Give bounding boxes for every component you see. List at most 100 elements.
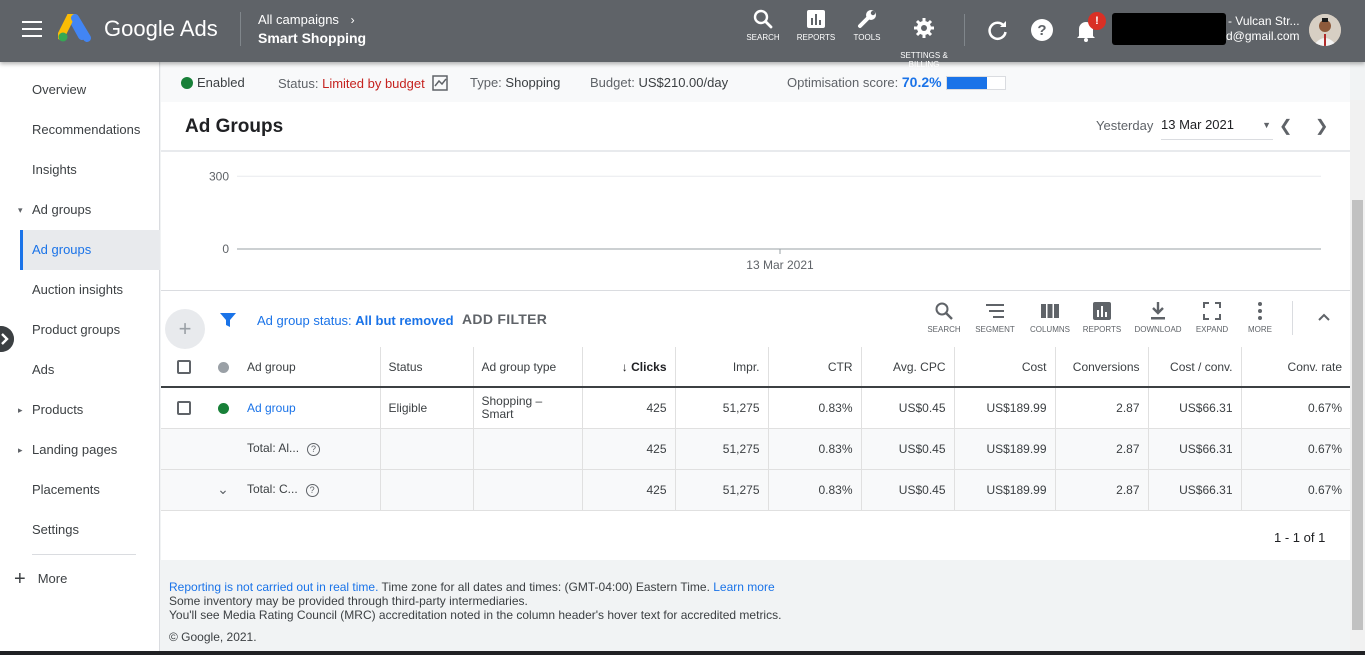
clicks-cell: 425 [581,387,675,429]
filter-icon[interactable] [219,311,237,329]
ctr-cell: 0.83% [767,387,861,429]
column-header-status[interactable]: Status [379,347,473,388]
expand-button[interactable]: EXPAND [1187,301,1237,334]
empty-cell [161,469,207,511]
column-header-ad-group[interactable]: Ad group [239,347,380,388]
previous-period-icon[interactable]: ❮ [1279,116,1292,136]
learn-more-link[interactable]: Learn more [713,580,774,594]
segment-button[interactable]: SEGMENT [970,301,1020,334]
empty-cell [161,428,207,470]
trend-chart-icon[interactable] [432,75,449,91]
divider [1292,301,1293,335]
add-filter-button[interactable]: ADD FILTER [462,311,547,327]
reporting-info-link[interactable]: Reporting is not carried out in real tim… [169,580,378,594]
pagination-info: 1 - 1 of 1 [1274,530,1326,545]
enabled-status[interactable]: Enabled [181,75,245,90]
status-dot-header [207,347,239,388]
column-header-conv-rate[interactable]: Conv. rate [1240,347,1350,388]
divider [964,14,965,46]
column-header-avg-cpc[interactable]: Avg. CPC [860,347,954,388]
help-icon[interactable]: ? [307,442,321,456]
column-header-ctr[interactable]: CTR [767,347,861,388]
expand-total-cell[interactable]: ⌄ [207,469,239,511]
copyright: © Google, 2021. [169,630,257,644]
settings-billing-button[interactable]: SETTINGS & BILLING [894,8,954,69]
enabled-status-dot[interactable] [217,403,229,415]
account-email: d@gmail.com [1226,29,1300,43]
chevron-down-icon[interactable]: ⌄ [217,481,229,497]
row-checkbox[interactable] [177,401,191,416]
refresh-icon[interactable] [986,18,1010,42]
caret-right-icon: ▸ [18,405,23,415]
collapse-up-icon[interactable] [1316,309,1332,325]
select-all-checkbox-cell[interactable] [161,347,207,388]
download-button[interactable]: DOWNLOAD [1133,301,1183,334]
account-info[interactable]: - Vulcan Str... d@gmail.com [1226,14,1300,44]
campaign-status: Status: Limited by budget [278,75,449,91]
column-header-conversions[interactable]: Conversions [1054,347,1148,388]
empty-cell [472,469,582,511]
column-header-impressions[interactable]: Impr. [674,347,768,388]
sidebar-item-product-groups[interactable]: Product groups [0,310,160,350]
scrollbar-thumb[interactable] [1352,200,1363,630]
campaign-budget[interactable]: Budget: US$210.00/day [590,75,728,90]
sidebar-item-overview[interactable]: Overview [0,70,160,110]
column-header-clicks[interactable]: ↓ Clicks [581,347,675,388]
scrollbar[interactable] [1350,100,1365,655]
breadcrumb-all-campaigns[interactable]: All campaigns [258,12,339,27]
score-bar [945,76,1006,90]
cost-cell: US$189.99 [953,387,1055,429]
columns-button[interactable]: COLUMNS [1025,301,1075,334]
help-icon[interactable]: ? [305,483,319,497]
ad-groups-card: Ad Groups Yesterday 13 Mar 2021 ▼ ❮ ❯ 0 3… [161,102,1350,560]
sidebar-item-landing-pages[interactable]: ▸ Landing pages [0,430,160,470]
breadcrumb[interactable]: All campaigns › Smart Shopping [258,12,366,46]
avatar-image [1309,14,1341,46]
row-checkbox-cell[interactable] [161,387,207,429]
status-dot [181,77,193,89]
status-value[interactable]: Limited by budget [322,76,425,91]
menu-icon[interactable] [22,21,42,39]
reports-icon [807,10,825,28]
conv-rate-cell: 0.67% [1240,387,1350,429]
sidebar-item-products[interactable]: ▸ Products [0,390,160,430]
sidebar-item-ad-groups[interactable]: Ad groups [20,230,160,270]
sidebar-item-ads[interactable]: Ads [0,350,160,390]
sidebar-more-button[interactable]: + More [14,568,67,591]
date-range-picker[interactable]: 13 Mar 2021 ▼ [1161,114,1273,140]
empty-cell [207,428,239,470]
table-search-button[interactable]: SEARCH [919,301,969,334]
more-options-button[interactable]: MORE [1235,301,1285,334]
optimisation-score[interactable]: Optimisation score: 70.2% [787,74,1006,90]
column-header-cost[interactable]: Cost [953,347,1055,388]
status-filter-chip[interactable]: Ad group status: All but removed [257,313,454,328]
brand-name: Google Ads [104,16,218,41]
total-row: ⌄ Total: C...? 425 51,275 0.83% US$0.45 … [161,469,1350,511]
total-impressions-cell: 51,275 [674,469,768,511]
table-reports-button[interactable]: REPORTS [1077,301,1127,334]
total-clicks-cell: 425 [581,469,675,511]
next-period-icon[interactable]: ❯ [1315,116,1328,136]
column-header-cost-per-conv[interactable]: Cost / conv. [1147,347,1241,388]
sidebar-item-insights[interactable]: Insights [0,150,160,190]
sidebar-item-settings[interactable]: Settings [0,510,160,550]
row-status-cell[interactable] [207,387,239,429]
ad-groups-table: Ad group Status Ad group type ↓ Clicks I… [161,347,1350,511]
tools-tool-button[interactable]: TOOLS [837,8,897,42]
search-tool-button[interactable]: SEARCH [733,8,793,42]
window-bottom-edge [0,651,1365,655]
column-header-ad-group-type[interactable]: Ad group type [472,347,582,388]
sidebar-item-placements[interactable]: Placements [0,470,160,510]
total-cost-cell: US$189.99 [953,469,1055,511]
redacted-account-id [1112,13,1226,45]
chart-x-tick-label: 13 Mar 2021 [746,258,814,272]
sidebar-item-recommendations[interactable]: Recommendations [0,110,160,150]
footer-line: You'll see Media Rating Council (MRC) ac… [169,608,782,622]
sidebar-item-auction-insights[interactable]: Auction insights [0,270,160,310]
avatar[interactable] [1309,14,1341,46]
select-all-checkbox[interactable] [177,359,191,374]
total-cost-cell: US$189.99 [953,428,1055,470]
help-icon[interactable]: ? [1030,18,1054,42]
sidebar-item-ad-groups-section[interactable]: ▾ Ad groups [0,190,160,230]
ad-group-link[interactable]: Ad group [247,401,296,415]
